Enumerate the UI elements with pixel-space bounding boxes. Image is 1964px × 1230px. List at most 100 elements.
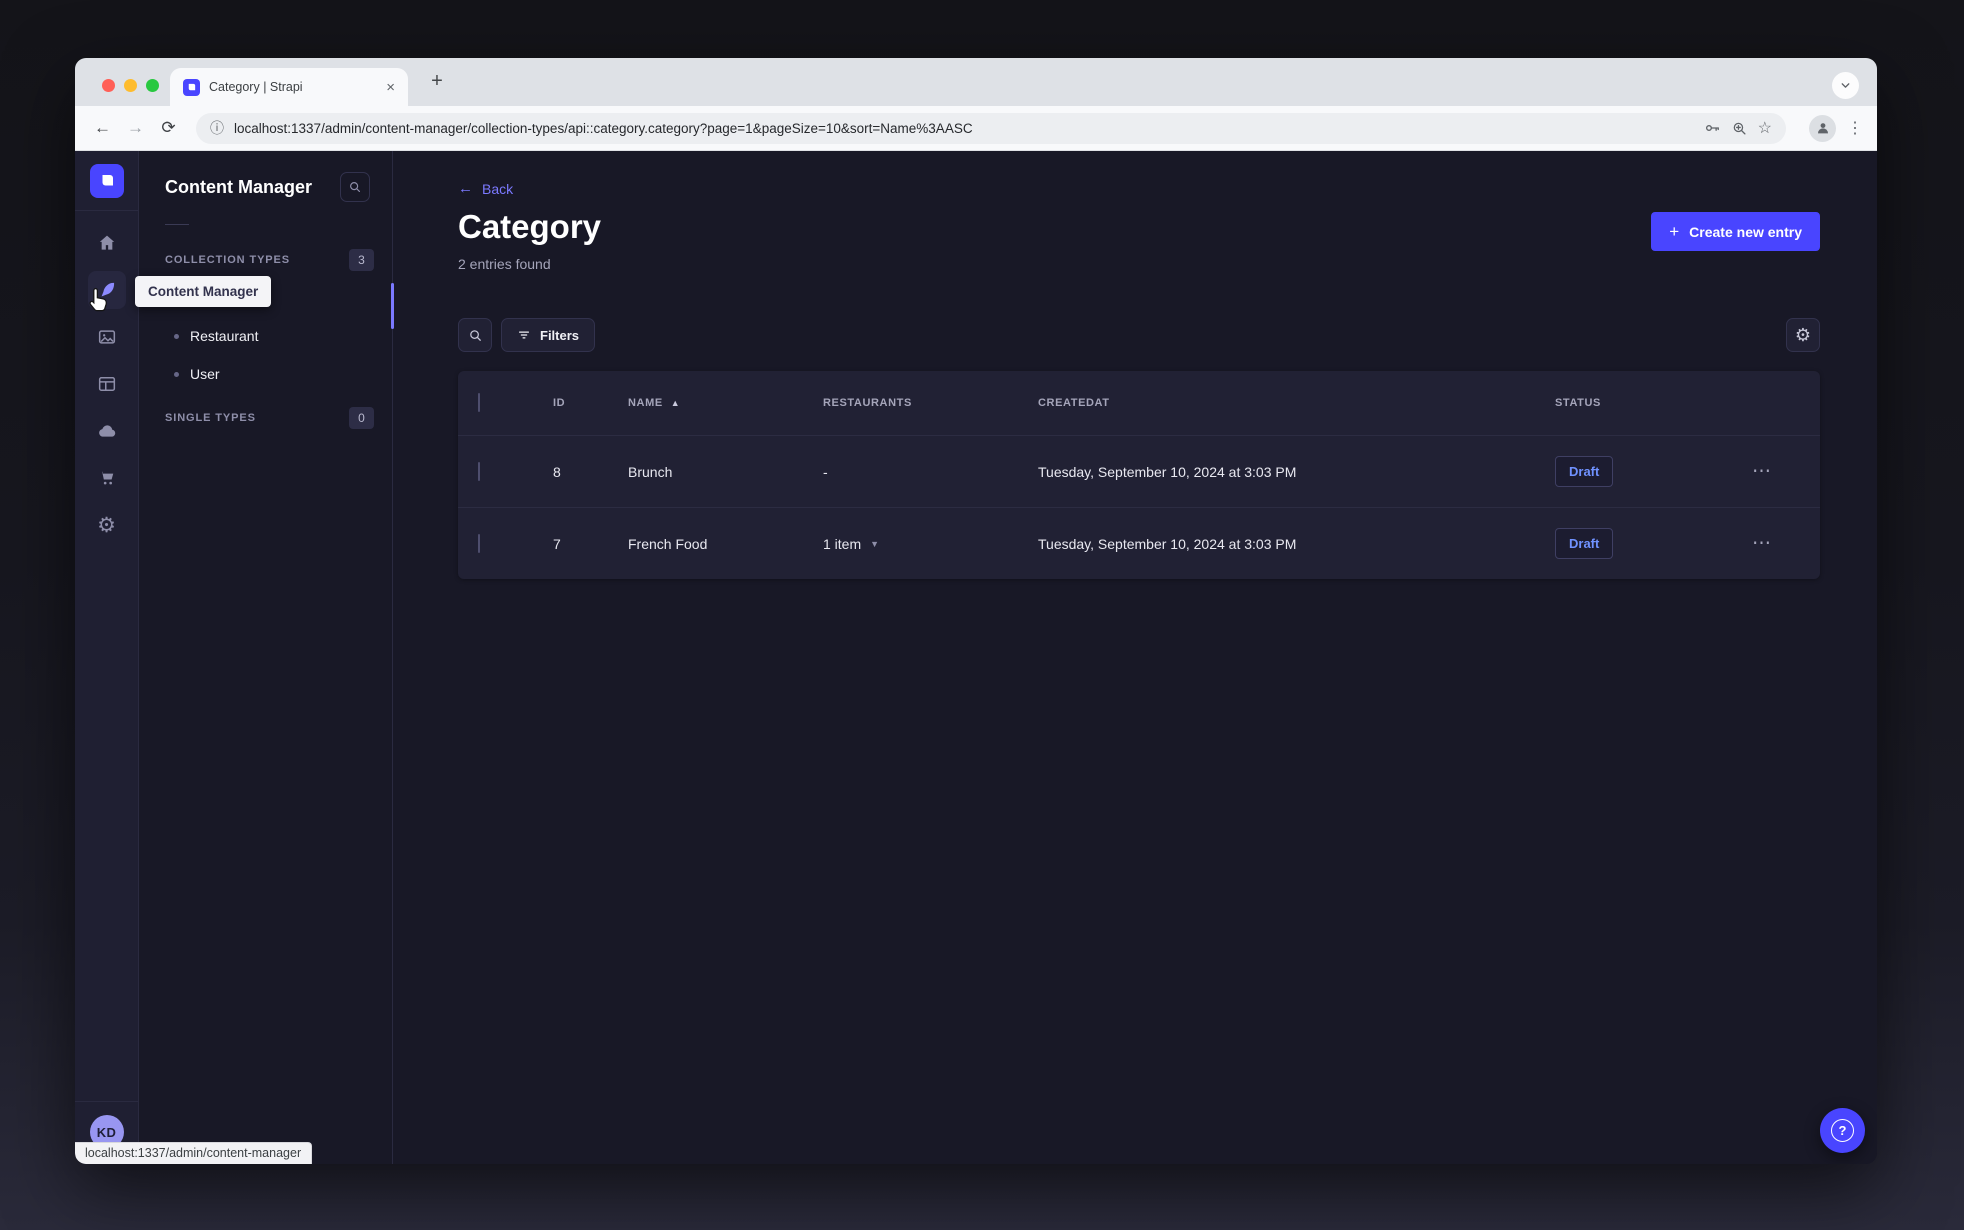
nav-item-label: Restaurant — [190, 328, 259, 344]
tab-close-icon[interactable]: × — [383, 79, 398, 96]
cell-name: French Food — [628, 535, 708, 552]
new-tab-button[interactable]: + — [425, 70, 449, 93]
section-label: SINGLE TYPES — [165, 412, 256, 424]
gear-icon: ⚙ — [1794, 325, 1812, 345]
shopping-cart-icon — [99, 471, 113, 485]
create-new-entry-button[interactable]: + Create new entry — [1651, 212, 1820, 251]
cell-restaurants-dropdown[interactable]: 1 item ▼ — [823, 536, 1038, 552]
search-icon — [350, 182, 361, 193]
entries-count: 2 entries found — [458, 256, 551, 272]
subnav-title: Content Manager — [165, 176, 313, 197]
status-badge: Draft — [1555, 528, 1614, 559]
address-bar[interactable]: ⓘ localhost:1337/admin/content-manager/c… — [196, 112, 1786, 144]
tooltip: Content Manager — [135, 276, 272, 307]
search-icon — [469, 329, 481, 341]
browser-tab-strip: Category | Strapi × + — [75, 58, 1877, 106]
close-window-button[interactable] — [102, 79, 115, 92]
layout-icon — [98, 377, 115, 391]
chevron-down-icon — [1841, 83, 1850, 88]
sidebar-item-restaurant[interactable]: Restaurant — [139, 317, 392, 355]
row-actions-button[interactable]: ⋯ — [1752, 460, 1771, 483]
subnav-search-button[interactable] — [340, 172, 370, 202]
section-count-badge: 0 — [349, 407, 374, 429]
section-count-badge: 3 — [349, 249, 374, 271]
page-title: Category — [458, 208, 602, 245]
browser-window: Category | Strapi × + ← → ⟳ ⓘ localhost:… — [75, 58, 1877, 1164]
cell-restaurants: - — [823, 463, 828, 480]
sort-asc-icon: ▲ — [670, 398, 681, 408]
browser-toolbar: ← → ⟳ ⓘ localhost:1337/admin/content-man… — [75, 106, 1877, 151]
search-button[interactable] — [458, 318, 492, 352]
site-info-icon[interactable]: ⓘ — [210, 118, 224, 138]
mouse-cursor-hand-icon — [87, 287, 110, 312]
subnav-divider — [165, 224, 189, 225]
browser-status-bar: localhost:1337/admin/content-manager — [75, 1142, 313, 1164]
single-types-section: SINGLE TYPES 0 — [139, 393, 392, 437]
question-mark-icon: ? — [1831, 1119, 1854, 1142]
row-checkbox[interactable] — [478, 461, 480, 481]
view-settings-button[interactable]: ⚙ — [1786, 318, 1820, 352]
browser-profile-icon[interactable] — [1809, 114, 1836, 142]
url-text: localhost:1337/admin/content-manager/col… — [234, 120, 973, 136]
sidebar-item-content-type-builder[interactable] — [88, 365, 126, 403]
column-header-id: ID — [553, 397, 566, 409]
browser-forward-icon[interactable]: → — [121, 118, 150, 138]
main-content: ← Back Category + Create new entry 2 ent… — [393, 151, 1877, 1164]
bullet-icon — [174, 333, 179, 339]
media-library-icon — [98, 330, 115, 344]
strapi-logo-icon — [102, 175, 113, 186]
password-key-icon[interactable] — [1703, 119, 1721, 137]
cell-id: 7 — [553, 535, 561, 552]
strapi-favicon-icon — [183, 78, 200, 96]
bookmark-star-icon[interactable]: ☆ — [1758, 118, 1772, 138]
back-link[interactable]: ← Back — [458, 180, 513, 197]
filters-button[interactable]: Filters — [501, 318, 596, 352]
browser-menu-kebab-icon[interactable]: ⋮ — [1846, 118, 1864, 138]
cloud-icon — [98, 425, 115, 437]
sidebar-item-deploy[interactable] — [88, 412, 126, 450]
help-button[interactable]: ? — [1820, 1108, 1865, 1153]
column-header-status: STATUS — [1555, 397, 1601, 409]
subnav-active-indicator — [391, 283, 394, 329]
strapi-app: ⚙ KD Content Manager COLLECTION TYPES 3 … — [75, 151, 1877, 1164]
zoom-icon[interactable] — [1731, 120, 1748, 137]
sidebar-item-media-library[interactable] — [88, 318, 126, 356]
nav-item-label: User — [190, 366, 220, 382]
tab-title: Category | Strapi — [209, 80, 303, 94]
table-header-row: ID NAME ▲ RESTAURANTS CREATEDAT STATUS — [458, 371, 1820, 435]
entries-table: ID NAME ▲ RESTAURANTS CREATEDAT STATUS 8… — [458, 371, 1820, 579]
column-header-createdat: CREATEDAT — [1038, 397, 1110, 409]
window-controls — [102, 79, 159, 92]
section-label: COLLECTION TYPES — [165, 254, 291, 266]
browser-tab[interactable]: Category | Strapi × — [170, 68, 408, 106]
tab-search-chevron-button[interactable] — [1832, 72, 1859, 99]
plus-icon: + — [1669, 221, 1680, 241]
table-row[interactable]: 8 Brunch - Tuesday, September 10, 2024 a… — [458, 435, 1820, 507]
back-arrow-icon: ← — [458, 180, 473, 197]
maximize-window-button[interactable] — [146, 79, 159, 92]
cell-name: Brunch — [628, 463, 673, 480]
strapi-logo[interactable] — [89, 164, 124, 198]
cell-id: 8 — [553, 463, 561, 480]
bullet-icon — [174, 371, 179, 377]
row-checkbox[interactable] — [478, 533, 480, 553]
back-label: Back — [482, 180, 514, 197]
sidebar-item-settings[interactable]: ⚙ — [88, 506, 126, 544]
table-row[interactable]: 7 French Food 1 item ▼ Tuesday, Septembe… — [458, 507, 1820, 579]
browser-reload-icon[interactable]: ⟳ — [154, 118, 183, 138]
home-icon — [99, 235, 114, 250]
column-header-name[interactable]: NAME ▲ — [628, 397, 823, 409]
status-badge: Draft — [1555, 456, 1614, 487]
sidebar-item-user[interactable]: User — [139, 355, 392, 393]
minimize-window-button[interactable] — [124, 79, 137, 92]
select-all-checkbox[interactable] — [478, 393, 480, 412]
browser-back-icon[interactable]: ← — [88, 118, 117, 138]
sidebar-item-home[interactable] — [88, 224, 126, 262]
cell-createdat: Tuesday, September 10, 2024 at 3:03 PM — [1038, 535, 1297, 552]
row-actions-button[interactable]: ⋯ — [1752, 532, 1771, 555]
caret-down-icon: ▼ — [870, 538, 880, 549]
filter-icon — [518, 331, 530, 339]
collection-types-section: COLLECTION TYPES 3 — [139, 235, 392, 279]
sidebar-item-marketplace[interactable] — [88, 459, 126, 497]
cell-createdat: Tuesday, September 10, 2024 at 3:03 PM — [1038, 463, 1297, 480]
